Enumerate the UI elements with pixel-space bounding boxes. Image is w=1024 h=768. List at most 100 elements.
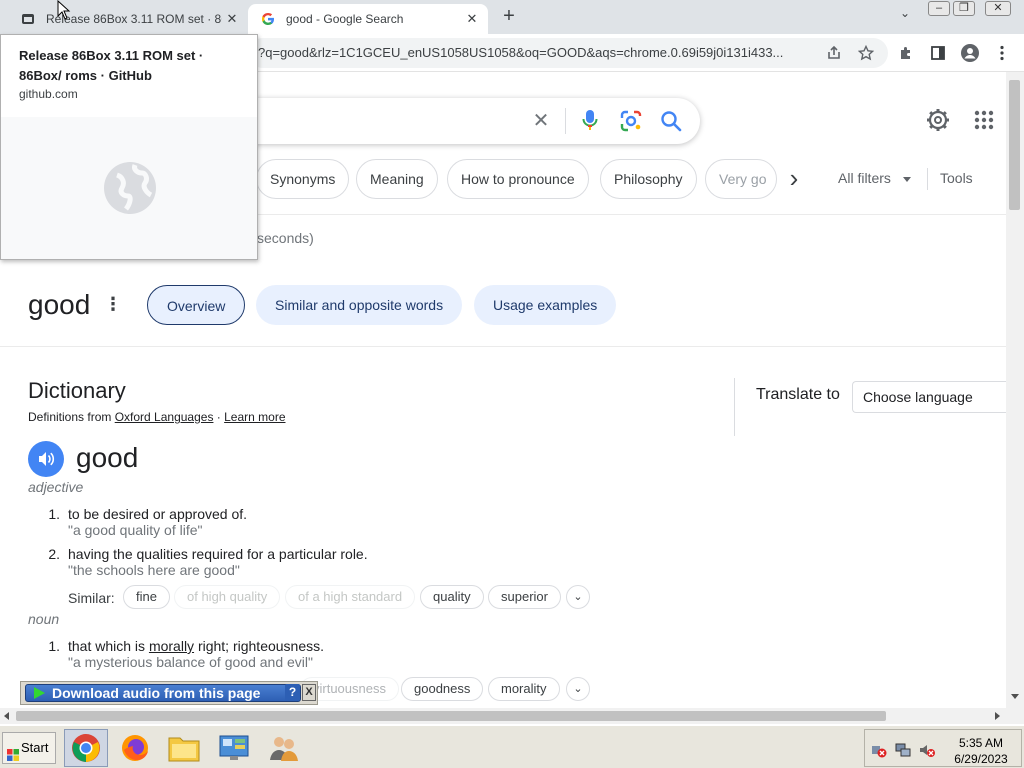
close-download-bar-button[interactable]: X	[302, 684, 316, 701]
similar-word-chip[interactable]: superior	[488, 585, 561, 609]
similar-word-chip[interactable]: morality	[488, 677, 560, 701]
system-tray: 5:35 AM 6/29/2023	[864, 729, 1022, 767]
translate-label: Translate to	[756, 386, 840, 403]
morally-link[interactable]: morally	[149, 638, 194, 654]
side-panel-icon[interactable]	[928, 43, 948, 63]
source-prefix: Definitions from	[28, 410, 115, 424]
globe-icon	[104, 162, 156, 214]
definition-text: having the qualities required for a part…	[68, 546, 368, 562]
extensions-puzzle-icon[interactable]	[896, 43, 916, 63]
expand-similar-chevron-icon[interactable]: ⌄	[566, 677, 590, 701]
minimize-button[interactable]: –	[928, 1, 950, 16]
taskbar-file-explorer-icon[interactable]	[162, 729, 206, 767]
google-apps-grid-icon[interactable]	[974, 110, 994, 135]
vertical-scrollbar[interactable]	[1006, 72, 1024, 708]
similar-word-chip[interactable]: of high quality	[174, 585, 281, 609]
profile-avatar-icon[interactable]	[960, 43, 980, 63]
google-favicon-icon	[260, 11, 276, 27]
network-computers-icon[interactable]	[895, 742, 911, 763]
headword: good	[76, 442, 139, 473]
filters-divider	[927, 168, 928, 190]
taskbar-chrome-icon[interactable]	[64, 729, 108, 767]
tab-86box-github[interactable]: Release 86Box 3.11 ROM set · 86Box/roms …	[8, 4, 248, 34]
oxford-languages-link[interactable]: Oxford Languages	[115, 410, 214, 424]
taskbar-firefox-icon[interactable]	[113, 729, 157, 767]
browser-menu-icon[interactable]	[992, 43, 1012, 63]
definition-text: that which is morally right; righteousne…	[68, 638, 324, 654]
tab-title: good - Google Search	[286, 12, 404, 26]
tab-usage-examples[interactable]: Usage examples	[474, 285, 617, 325]
clear-search-icon[interactable]: ✕	[530, 110, 552, 132]
tab-overview[interactable]: Overview	[147, 285, 246, 325]
translate-divider	[734, 378, 735, 436]
hover-card-preview	[1, 117, 257, 259]
start-button[interactable]: Start	[2, 732, 56, 764]
tab-google-search[interactable]: good - Google Search ✕	[248, 4, 488, 34]
play-triangle-icon	[34, 687, 45, 699]
taskbar-control-panel-icon[interactable]	[212, 729, 256, 767]
header-divider	[0, 346, 1006, 347]
tab-hover-card: Release 86Box 3.11 ROM set · 86Box/ roms…	[0, 34, 258, 260]
tab-similar-and-opposite[interactable]: Similar and opposite words	[256, 285, 463, 325]
hover-card-domain: github.com	[19, 87, 78, 101]
similar-word-chip[interactable]: quality	[420, 585, 484, 609]
url-text[interactable]: ?q=good&rlz=1C1GCEU_enUS1058US1058&oq=GO…	[258, 45, 818, 60]
chip-how-to-pronounce[interactable]: How to pronounce	[447, 159, 589, 199]
download-audio-button[interactable]: Download audio from this page	[25, 684, 301, 702]
similar-word-chip[interactable]: of a high standard	[285, 585, 416, 609]
tools-button[interactable]: Tools	[940, 170, 973, 186]
learn-more-link[interactable]: Learn more	[224, 410, 285, 424]
chips-next-chevron-icon[interactable]: ›	[779, 164, 809, 194]
windows-logo-icon	[7, 742, 19, 768]
share-icon[interactable]	[824, 43, 844, 63]
tab-title: Release 86Box 3.11 ROM set · 86Box/roms …	[46, 12, 222, 26]
tab-strip: Release 86Box 3.11 ROM set · 86Box/roms …	[0, 0, 1024, 34]
window-close-button[interactable]: ✕	[985, 1, 1011, 16]
horizontal-scrollbar[interactable]	[0, 708, 1024, 724]
similar-word-chip[interactable]: fine	[123, 585, 170, 609]
lens-camera-icon[interactable]	[620, 110, 642, 137]
horizontal-scroll-thumb[interactable]	[16, 711, 886, 721]
taskbar-users-icon[interactable]	[262, 729, 306, 767]
vertical-scroll-thumb[interactable]	[1009, 80, 1020, 210]
definition-number: 2.	[48, 546, 60, 562]
all-filters-button[interactable]: All filters	[838, 170, 911, 186]
github-favicon-icon	[20, 11, 36, 27]
chip-philosophy[interactable]: Philosophy	[600, 159, 697, 199]
chip-very-good[interactable]: Very go	[705, 159, 777, 199]
definition-number: 1.	[48, 638, 60, 654]
chip-meaning[interactable]: Meaning	[356, 159, 438, 199]
clock-time[interactable]: 5:35 AM	[941, 736, 1021, 750]
tab-search-chevron-icon[interactable]: ⌄	[896, 6, 914, 26]
taskbar: Start 5:35 AM 6/29/2023	[0, 725, 1024, 768]
scroll-down-arrow-icon[interactable]	[1011, 694, 1019, 699]
bookmark-star-icon[interactable]	[856, 43, 876, 63]
settings-gear-icon[interactable]	[926, 108, 950, 137]
expand-similar-chevron-icon[interactable]: ⌄	[566, 585, 590, 609]
similar-label: Similar:	[68, 590, 115, 606]
start-label: Start	[21, 740, 49, 755]
more-options-icon[interactable]: ⋮	[104, 294, 122, 315]
volume-muted-icon[interactable]	[919, 742, 935, 763]
network-error-icon[interactable]	[871, 742, 887, 763]
scroll-right-arrow-icon[interactable]	[995, 712, 1000, 720]
new-tab-button[interactable]: +	[498, 6, 520, 28]
definition-example: "a good quality of life"	[68, 522, 203, 538]
voice-search-mic-icon[interactable]	[582, 109, 598, 138]
chip-synonyms[interactable]: Synonyms	[256, 159, 350, 199]
clock-date[interactable]: 6/29/2023	[941, 752, 1021, 766]
all-filters-label: All filters	[838, 170, 891, 186]
definition-example: "a mysterious balance of good and evil"	[68, 654, 313, 670]
scroll-left-arrow-icon[interactable]	[4, 712, 9, 720]
search-icon[interactable]	[660, 110, 682, 137]
definition-number: 1.	[48, 506, 60, 522]
language-select[interactable]: Choose language	[852, 381, 1008, 413]
maximize-button[interactable]: ❐	[953, 1, 975, 16]
tab-close-icon[interactable]: ✕	[462, 11, 482, 27]
address-bar[interactable]: ?q=good&rlz=1C1GCEU_enUS1058US1058&oq=GO…	[248, 38, 888, 68]
similar-word-chip[interactable]: goodness	[401, 677, 484, 701]
tab-close-icon[interactable]: ✕	[222, 11, 242, 27]
help-button[interactable]: ?	[285, 684, 300, 701]
pronunciation-speaker-button[interactable]	[28, 441, 64, 477]
definition-text-before: that which is	[68, 638, 149, 654]
